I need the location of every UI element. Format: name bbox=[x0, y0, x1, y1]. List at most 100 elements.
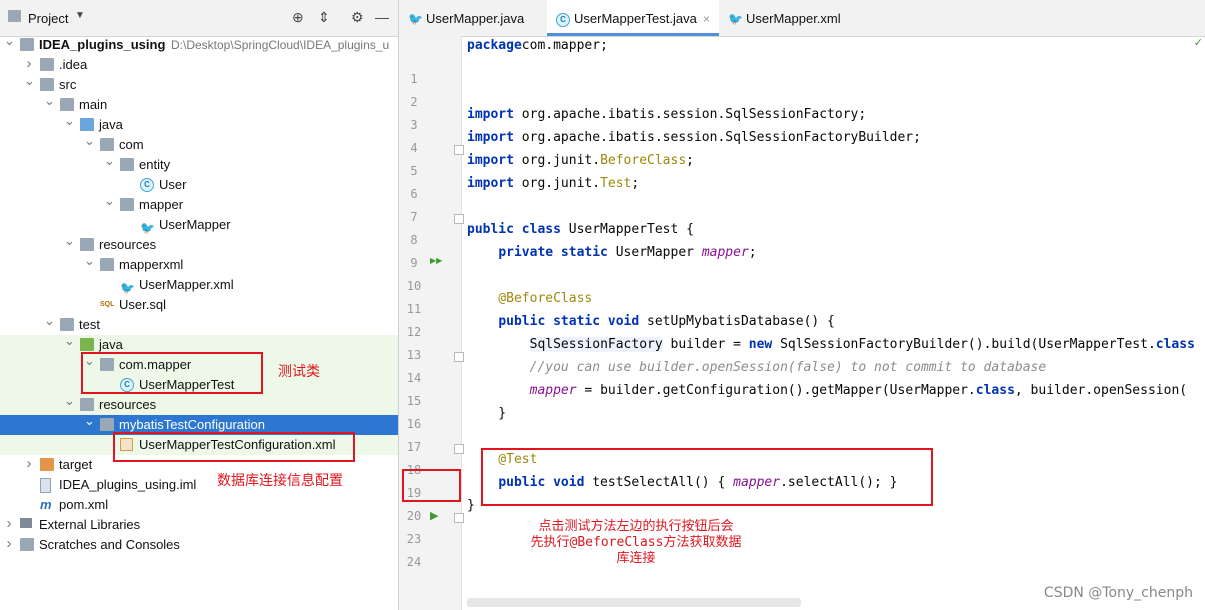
source-folder-icon bbox=[80, 118, 94, 131]
chevron-down-icon[interactable]: ⌄ bbox=[4, 31, 15, 51]
code-token: SqlSessionFactory bbox=[529, 337, 663, 352]
chevron-down-icon[interactable]: ⌄ bbox=[64, 111, 75, 131]
chevron-down-icon[interactable]: ⌄ bbox=[64, 231, 75, 251]
class-icon: C bbox=[556, 13, 570, 27]
project-panel-header: Project ▼ ⊕ ⇕ ⚙ — bbox=[0, 0, 398, 37]
line-number: 17 bbox=[406, 440, 422, 454]
code-token: package bbox=[467, 38, 522, 53]
code-line[interactable]: SqlSessionFactory builder = new SqlSessi… bbox=[467, 337, 1195, 352]
tree-item-label: pom.xml bbox=[59, 497, 109, 512]
folder-icon bbox=[100, 418, 114, 431]
hide-icon[interactable]: — bbox=[375, 9, 389, 25]
folder-icon bbox=[100, 258, 114, 271]
chevron-right-icon[interactable]: › bbox=[4, 514, 14, 534]
run-class-icon[interactable]: ▶▶ bbox=[430, 256, 442, 265]
chevron-down-icon[interactable]: ⌄ bbox=[24, 71, 35, 91]
code-line[interactable]: @BeforeClass bbox=[467, 291, 592, 306]
tree-item-src[interactable]: ⌄ src bbox=[0, 73, 398, 95]
code-token: mapper bbox=[701, 245, 749, 260]
chevron-down-icon[interactable]: ⌄ bbox=[44, 91, 55, 111]
tree-item-com[interactable]: ⌄ com bbox=[0, 133, 398, 155]
tree-item-pom-xml[interactable]: m pom.xml bbox=[0, 495, 398, 515]
code-token: ; bbox=[631, 176, 640, 191]
line-number: 9 bbox=[410, 256, 418, 270]
tree-item-label: src bbox=[59, 77, 77, 92]
chevron-down-icon[interactable]: ⌄ bbox=[64, 331, 75, 351]
code-line[interactable]: import org.junit.Test; bbox=[467, 176, 639, 191]
code-token: private static bbox=[498, 245, 608, 260]
chevron-down-icon[interactable]: ⌄ bbox=[84, 251, 95, 271]
chevron-right-icon[interactable]: › bbox=[4, 534, 14, 554]
tree-item-resources[interactable]: ⌄ resources bbox=[0, 393, 398, 415]
tree-item-user-sql[interactable]: SQL User.sql bbox=[0, 295, 398, 315]
tree-item-main[interactable]: ⌄ main bbox=[0, 93, 398, 115]
locate-icon[interactable]: ⊕ bbox=[292, 9, 304, 26]
tree-item--idea[interactable]: › .idea bbox=[0, 55, 398, 75]
package-icon bbox=[120, 158, 134, 171]
test-source-folder-icon bbox=[80, 338, 94, 351]
config-note: 数据库连接信息配置 bbox=[217, 473, 343, 489]
code-line[interactable]: import org.apache.ibatis.session.SqlSess… bbox=[467, 130, 921, 145]
tree-item-entity[interactable]: ⌄ entity bbox=[0, 153, 398, 175]
code-line[interactable]: private static UserMapper mapper; bbox=[467, 245, 756, 260]
code-token: public static void bbox=[498, 314, 640, 329]
tree-item-resources[interactable]: ⌄ resources bbox=[0, 233, 398, 255]
fold-marker-icon[interactable] bbox=[454, 513, 464, 523]
tab-usermapper-java[interactable]: 🐦 UserMapper.java bbox=[399, 0, 547, 36]
chevron-right-icon[interactable]: › bbox=[24, 454, 34, 474]
run-test-icon[interactable]: ▶ bbox=[430, 509, 438, 522]
fold-marker-icon[interactable] bbox=[454, 214, 464, 224]
tree-item-scratches-and-consoles[interactable]: › Scratches and Consoles bbox=[0, 535, 398, 555]
fold-marker-icon[interactable] bbox=[454, 352, 464, 362]
chevron-down-icon[interactable]: ▼ bbox=[75, 10, 85, 21]
code-token: BeforeClass bbox=[600, 153, 687, 168]
tree-item-usermapper[interactable]: 🐦 UserMapper bbox=[0, 215, 398, 235]
fold-marker-icon[interactable] bbox=[454, 145, 464, 155]
code-token: ; bbox=[686, 153, 694, 168]
code-line[interactable]: //you can use builder.openSession(false)… bbox=[467, 360, 1047, 375]
package-icon bbox=[100, 138, 114, 151]
tree-item-mapper[interactable]: ⌄ mapper bbox=[0, 193, 398, 215]
tree-item-label: java bbox=[99, 117, 123, 132]
tree-item-usermapper-xml[interactable]: 🐦 UserMapper.xml bbox=[0, 275, 398, 295]
code-token: } bbox=[467, 498, 475, 513]
project-view-selector[interactable]: Project bbox=[28, 11, 68, 26]
tree-item-mapperxml[interactable]: ⌄ mapperxml bbox=[0, 253, 398, 275]
collapse-all-icon[interactable]: ⇕ bbox=[318, 9, 330, 26]
code-token: mapper bbox=[529, 383, 577, 398]
close-icon[interactable]: × bbox=[703, 0, 710, 38]
chevron-down-icon[interactable]: ⌄ bbox=[84, 131, 95, 151]
code-line[interactable]: packagecom.mapper; bbox=[467, 38, 608, 53]
tree-item-test[interactable]: ⌄ test bbox=[0, 313, 398, 335]
tree-item-user[interactable]: C User bbox=[0, 175, 398, 195]
tree-item-idea-plugins-using[interactable]: ⌄ IDEA_plugins_using D:\Desktop\SpringClou… bbox=[0, 33, 398, 55]
code-line[interactable]: import org.junit.BeforeClass; bbox=[467, 153, 694, 168]
code-line[interactable]: import org.apache.ibatis.session.SqlSess… bbox=[467, 107, 866, 122]
tree-item-label: resources bbox=[99, 237, 157, 252]
inspection-ok-icon[interactable]: ✓ bbox=[1194, 36, 1203, 49]
code-line[interactable]: public class UserMapperTest { bbox=[467, 222, 694, 237]
horizontal-scrollbar[interactable] bbox=[467, 598, 801, 607]
tree-item-external-libraries[interactable]: › External Libraries bbox=[0, 515, 398, 535]
code-token: import bbox=[467, 153, 514, 168]
tab-usermappertest-java[interactable]: C UserMapperTest.java × bbox=[547, 0, 719, 36]
chevron-down-icon[interactable]: ⌄ bbox=[104, 191, 115, 211]
chevron-down-icon[interactable]: ⌄ bbox=[44, 311, 55, 331]
chevron-down-icon[interactable]: ⌄ bbox=[64, 391, 75, 411]
tab-usermapper-xml[interactable]: 🐦 UserMapper.xml bbox=[719, 0, 869, 36]
fold-marker-icon[interactable] bbox=[454, 444, 464, 454]
tree-item-label: mapperxml bbox=[119, 257, 184, 272]
code-line[interactable]: } bbox=[467, 406, 506, 421]
chevron-down-icon[interactable]: ⌄ bbox=[84, 411, 95, 431]
gear-icon[interactable]: ⚙ bbox=[351, 9, 364, 26]
code-line[interactable]: mapper = builder.getConfiguration().getM… bbox=[467, 383, 1187, 398]
tree-item-java[interactable]: ⌄ java bbox=[0, 113, 398, 135]
line-number: 13 bbox=[406, 348, 422, 362]
code-line[interactable]: public static void setUpMybatisDatabase(… bbox=[467, 314, 835, 329]
scratches-icon bbox=[20, 538, 34, 551]
chevron-down-icon[interactable]: ⌄ bbox=[104, 151, 115, 171]
code-token: } bbox=[467, 406, 507, 421]
code-line[interactable]: } bbox=[467, 498, 475, 513]
tab-label: UserMapper.java bbox=[426, 11, 525, 26]
